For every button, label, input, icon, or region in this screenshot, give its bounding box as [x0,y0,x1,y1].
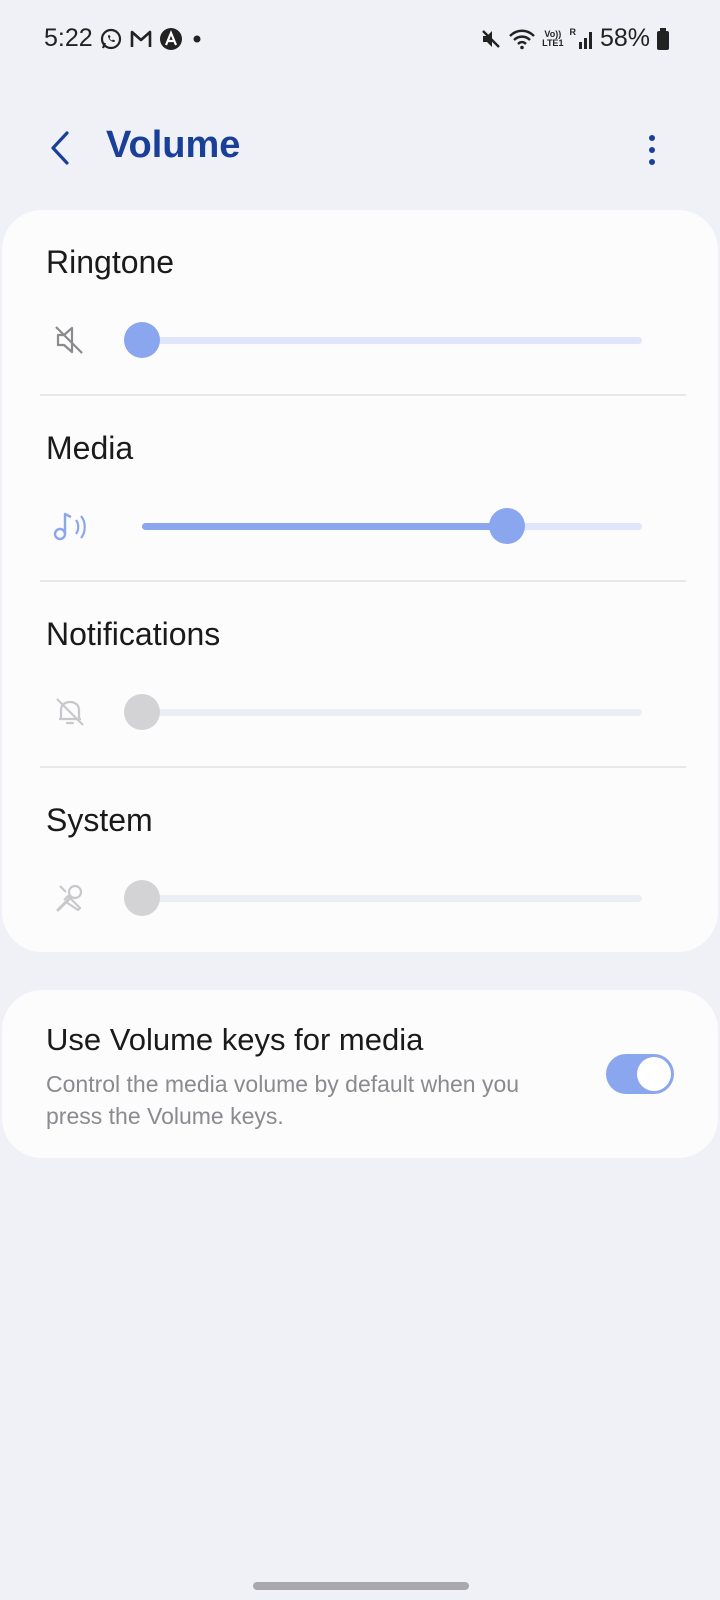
slider-track [142,709,642,716]
slider-thumb[interactable] [489,508,525,544]
status-bar-left: 5:22 [44,24,205,53]
wifi-icon [508,28,536,50]
gmail-icon [129,28,153,50]
mute-icon [480,28,502,50]
volte-icon: Vo)) LTE1 [542,29,564,48]
more-vertical-icon [649,135,655,165]
status-bar: 5:22 Vo)) LTE1 R 58% [0,0,720,80]
more-options-button[interactable] [632,128,672,172]
speaker-muted-icon[interactable] [52,322,88,358]
signal-icon: R [569,26,594,50]
app-a-icon [159,27,183,51]
slider-fill [142,523,507,530]
whatsapp-icon [99,27,123,51]
chevron-left-icon [51,131,69,165]
slider-track [142,895,642,902]
slider-track [142,337,642,344]
volume-keys-card[interactable]: Use Volume keys for media Control the me… [2,990,718,1158]
battery-icon [656,27,670,51]
system-tools-icon[interactable] [52,880,88,916]
page-title: Volume [106,124,241,166]
gesture-nav-bar[interactable] [253,1582,469,1590]
volume-sliders-card: Ringtone Media Notifications System [2,210,718,952]
volume-row-label: System [46,802,153,838]
app-header: Volume [0,110,720,190]
ringtone-volume-slider[interactable] [124,316,648,364]
slider-thumb[interactable] [124,880,160,916]
notifications-volume-slider[interactable] [124,688,648,736]
volume-row-notifications: Notifications [2,582,718,768]
volume-row-system: System [2,768,718,954]
notification-dot-icon [189,31,205,47]
volume-row-media: Media [2,396,718,582]
music-note-icon[interactable] [52,508,88,544]
volume-row-label: Notifications [46,616,221,652]
roaming-label: R [569,26,576,37]
bell-muted-icon[interactable] [52,694,88,730]
volte-bottom-label: LTE1 [542,37,564,48]
system-volume-slider[interactable] [124,874,648,922]
media-volume-slider[interactable] [138,502,648,550]
battery-percent: 58% [599,24,650,52]
slider-thumb[interactable] [124,322,160,358]
toggle-knob [637,1057,671,1091]
volume-row-label: Ringtone [46,244,175,280]
volume-keys-title: Use Volume keys for media [46,1022,424,1057]
status-time: 5:22 [44,24,93,52]
volume-keys-description: Control the media volume by default when… [46,1071,520,1129]
status-bar-right: Vo)) LTE1 R 58% [480,24,670,53]
volume-keys-toggle[interactable] [606,1054,674,1094]
back-button[interactable] [38,126,82,170]
volume-row-label: Media [46,430,134,466]
slider-thumb[interactable] [124,694,160,730]
volume-row-ringtone: Ringtone [2,210,718,396]
